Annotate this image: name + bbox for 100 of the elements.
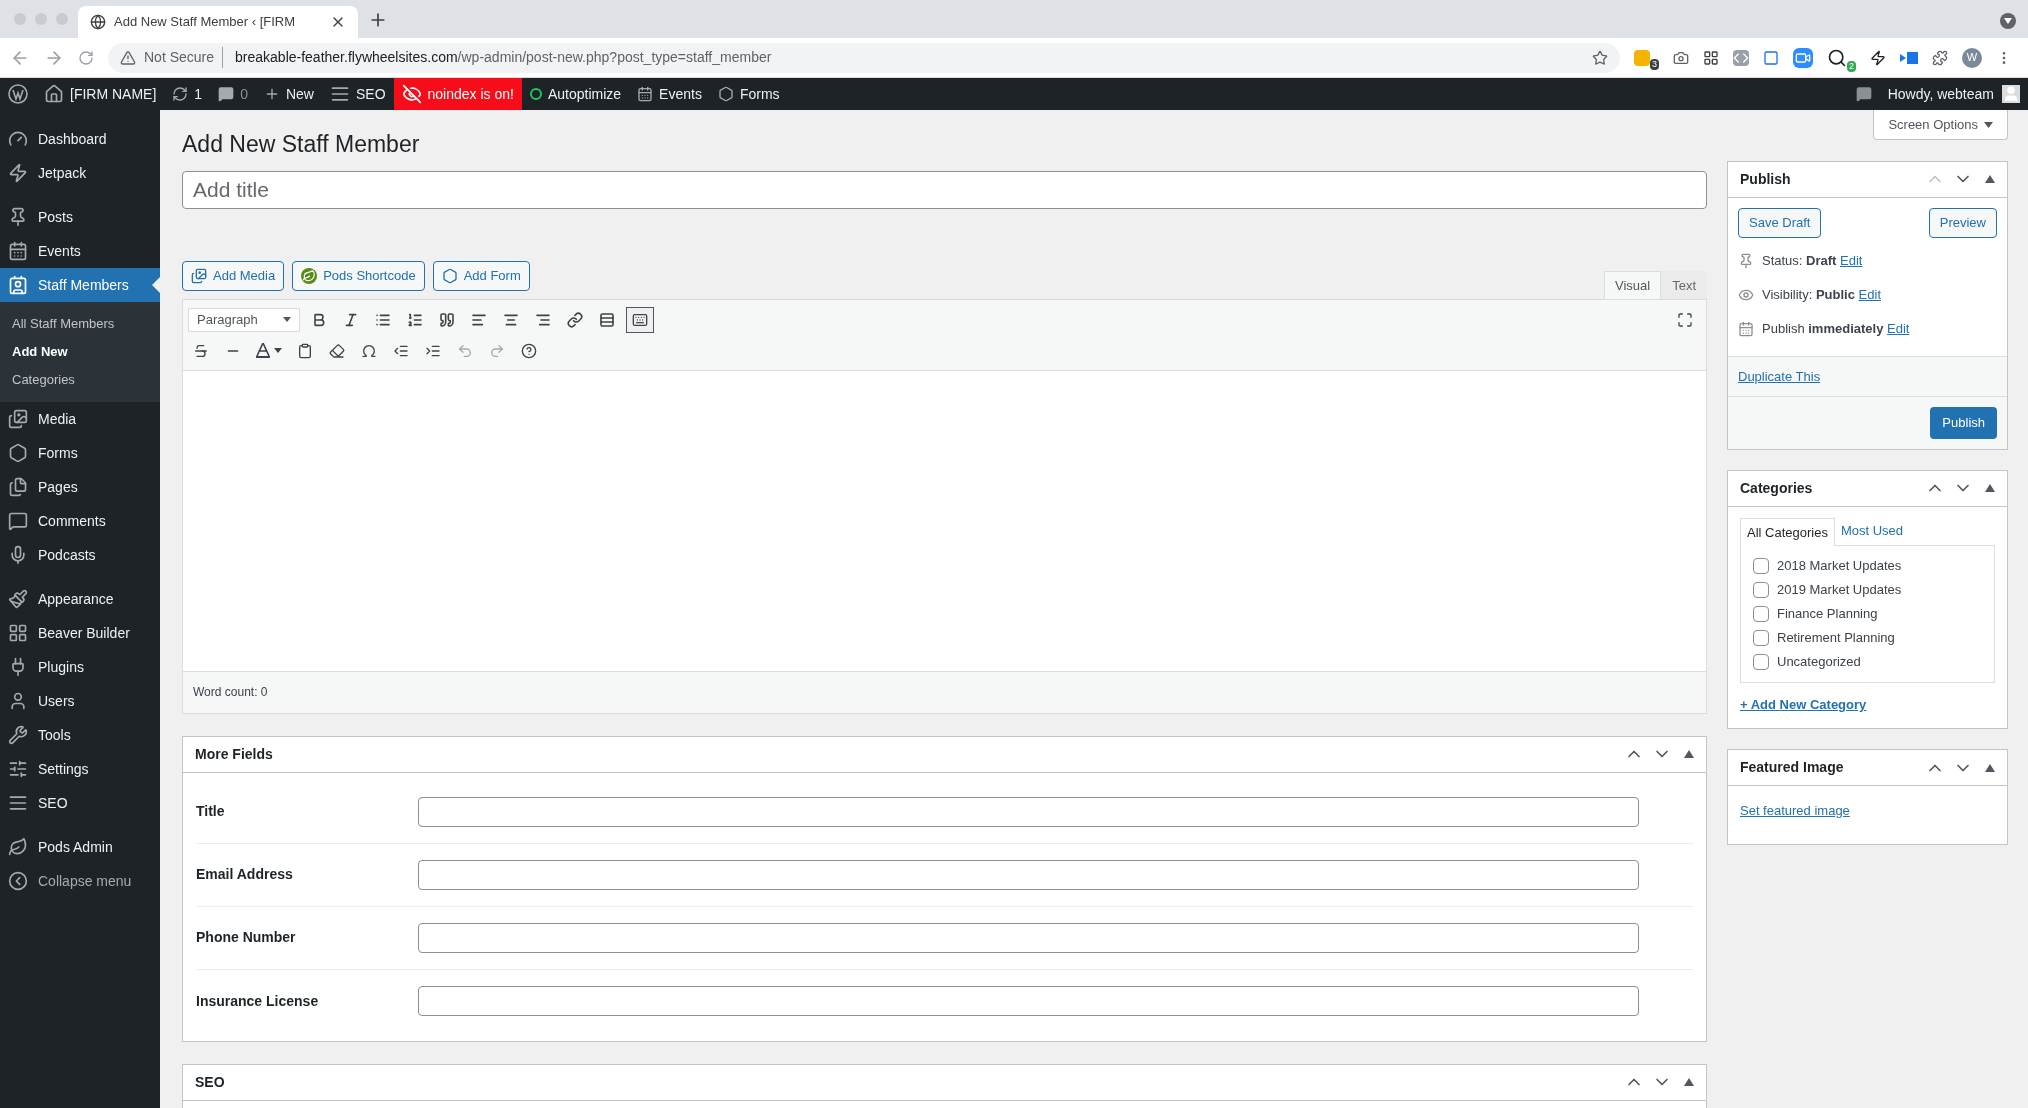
toolbar-toggle-icon[interactable] [626, 306, 654, 333]
publish-button[interactable]: Publish [1930, 406, 1997, 439]
extension-icon[interactable] [1870, 49, 1887, 66]
sidebar-menu-item[interactable]: Appearance [0, 582, 160, 616]
sidebar-menu-item[interactable]: Dashboard [0, 122, 160, 156]
text-input-field[interactable] [418, 859, 1639, 890]
notification-icon[interactable] [1855, 86, 1872, 102]
editor-tab[interactable]: Text [1661, 270, 1707, 299]
wrench-icon [8, 725, 28, 745]
sidebar-menu-item[interactable]: Pods Admin [0, 830, 160, 864]
box-title: More Fields [195, 744, 274, 764]
search-extension-icon[interactable] [1827, 47, 1847, 68]
checkbox[interactable] [1753, 629, 1769, 646]
media-button[interactable]: Add Media [182, 260, 285, 291]
sidebar-submenu-item[interactable]: All Staff Members [0, 310, 160, 338]
editor-tab[interactable]: Visual [1603, 270, 1662, 299]
sidebar-submenu-item[interactable]: Add New [0, 338, 160, 366]
tab-title: Add New Staff Member ‹ [FIRM [114, 13, 297, 32]
extensions-puzzle-icon[interactable] [1932, 49, 1949, 66]
events-link[interactable]: Events [629, 78, 710, 110]
noindex-warning-link[interactable]: noindex is on! [393, 78, 522, 110]
code-icon[interactable] [1733, 49, 1749, 66]
save-draft-button[interactable]: Save Draft [1738, 207, 1822, 238]
sidebar-menu-item[interactable]: Media [0, 402, 160, 436]
toggle-panel-icon[interactable] [1985, 484, 1995, 493]
field-label: Title [196, 802, 226, 822]
site-name-link[interactable]: [FIRM NAME] [36, 78, 165, 110]
video-camera-icon[interactable] [1793, 47, 1813, 68]
sidebar-menu-item[interactable]: Collapse menu [0, 864, 160, 898]
sidebar-menu-item[interactable]: Users [0, 684, 160, 718]
checkbox[interactable] [1753, 581, 1769, 598]
autoptimize-link[interactable]: Autoptimize [521, 78, 630, 110]
tab-search-icon[interactable] [2000, 13, 2016, 29]
sidebar-menu-item[interactable]: Forms [0, 436, 160, 470]
speech-bubble-icon [218, 86, 235, 102]
toggle-panel-icon[interactable] [1985, 175, 1995, 184]
paragraph-format-dropdown[interactable]: Paragraph [188, 307, 300, 332]
edit-link[interactable]: Edit [1858, 287, 1881, 302]
screen-options-button[interactable]: Screen Options [1873, 110, 2008, 140]
leaf-icon [301, 267, 318, 284]
toggle-panel-icon[interactable] [1684, 750, 1694, 759]
sidebar-menu-item[interactable]: Jetpack [0, 156, 160, 190]
preview-button[interactable]: Preview [1928, 207, 1997, 238]
extension-icon[interactable] [1703, 49, 1719, 66]
checkbox[interactable] [1753, 557, 1769, 574]
hexagon-icon [8, 443, 28, 463]
duplicate-link[interactable]: Duplicate This [1738, 366, 1821, 386]
sidebar-menu-item[interactable]: SEO [0, 786, 160, 820]
title-input-field[interactable]: Add title [182, 170, 1707, 209]
sidebar-submenu-item[interactable]: Categories [0, 366, 160, 394]
edit-link[interactable]: Edit [1887, 321, 1910, 336]
checkbox[interactable] [1753, 653, 1769, 670]
text-input-field[interactable] [418, 922, 1639, 953]
camera-icon[interactable] [1673, 49, 1689, 66]
seo-link[interactable]: SEO [321, 78, 394, 110]
browser-tab[interactable]: Add New Staff Member ‹ [FIRM [78, 6, 358, 38]
text-input-field[interactable] [418, 796, 1639, 827]
id-card-icon [8, 275, 28, 295]
checkbox-label: Uncategorized [1777, 653, 1861, 671]
sidebar-menu-item[interactable]: Beaver Builder [0, 616, 160, 650]
reload-icon[interactable] [78, 49, 94, 66]
category-tab[interactable]: All Categories [1740, 517, 1835, 546]
leaf-icon [8, 837, 28, 857]
sidebar-menu-item[interactable]: Events [0, 234, 160, 268]
fullscreen-icon[interactable] [1677, 311, 1693, 328]
set-featured-image-link[interactable]: Set featured image [1740, 803, 1850, 819]
user-greeting[interactable]: Howdy, webteam [1887, 83, 1994, 105]
extension-badge: 2 [1847, 60, 1857, 72]
sidebar-menu-item[interactable]: Pages [0, 470, 160, 504]
sidebar-menu-item[interactable]: Staff Members [0, 268, 160, 302]
sidebar-menu-item[interactable]: Podcasts [0, 538, 160, 572]
sidebar-menu-item[interactable]: Settings [0, 752, 160, 786]
category-tab[interactable]: Most Used [1834, 516, 1910, 545]
calendar-icon [637, 86, 654, 102]
address-bar[interactable]: Not Secure breakable-feather.flywheelsites.com/wp-admin/post-new.php?post_type=staff_member [108, 42, 1620, 73]
sidebar-menu-item[interactable]: Plugins [0, 650, 160, 684]
add-category-link[interactable]: + Add New Category [1740, 694, 1995, 715]
bookmark-star-icon[interactable] [1592, 49, 1608, 66]
publish-setting: Status: Draft Edit [1762, 252, 1863, 270]
updates-link[interactable]: 1 [164, 78, 211, 110]
sidebar-menu-item[interactable]: Posts [0, 200, 160, 234]
checkbox-label: Retirement Planning [1777, 629, 1895, 647]
sidebar-menu-item[interactable]: Tools [0, 718, 160, 752]
forms-link[interactable]: Forms [709, 78, 788, 110]
profile-avatar[interactable]: W [1962, 47, 1983, 68]
pages-icon [8, 477, 28, 497]
home-icon [44, 84, 64, 104]
new-content-link[interactable]: New [255, 78, 322, 110]
checkbox[interactable] [1753, 605, 1769, 622]
publish-setting: Visibility: Public Edit [1762, 286, 1881, 304]
media-button[interactable]: Pods Shortcode [292, 260, 425, 291]
text-input-field[interactable] [418, 986, 1639, 1017]
sidebar-menu-item[interactable]: Comments [0, 504, 160, 538]
eye-off-icon [401, 84, 422, 104]
toggle-panel-icon[interactable] [1985, 763, 1995, 772]
edit-link[interactable]: Edit [1840, 253, 1863, 268]
comments-link[interactable]: 0 [210, 78, 256, 110]
sliders-icon [8, 759, 28, 779]
toggle-panel-icon[interactable] [1684, 1078, 1694, 1087]
media-button[interactable]: Add Form [432, 260, 530, 291]
